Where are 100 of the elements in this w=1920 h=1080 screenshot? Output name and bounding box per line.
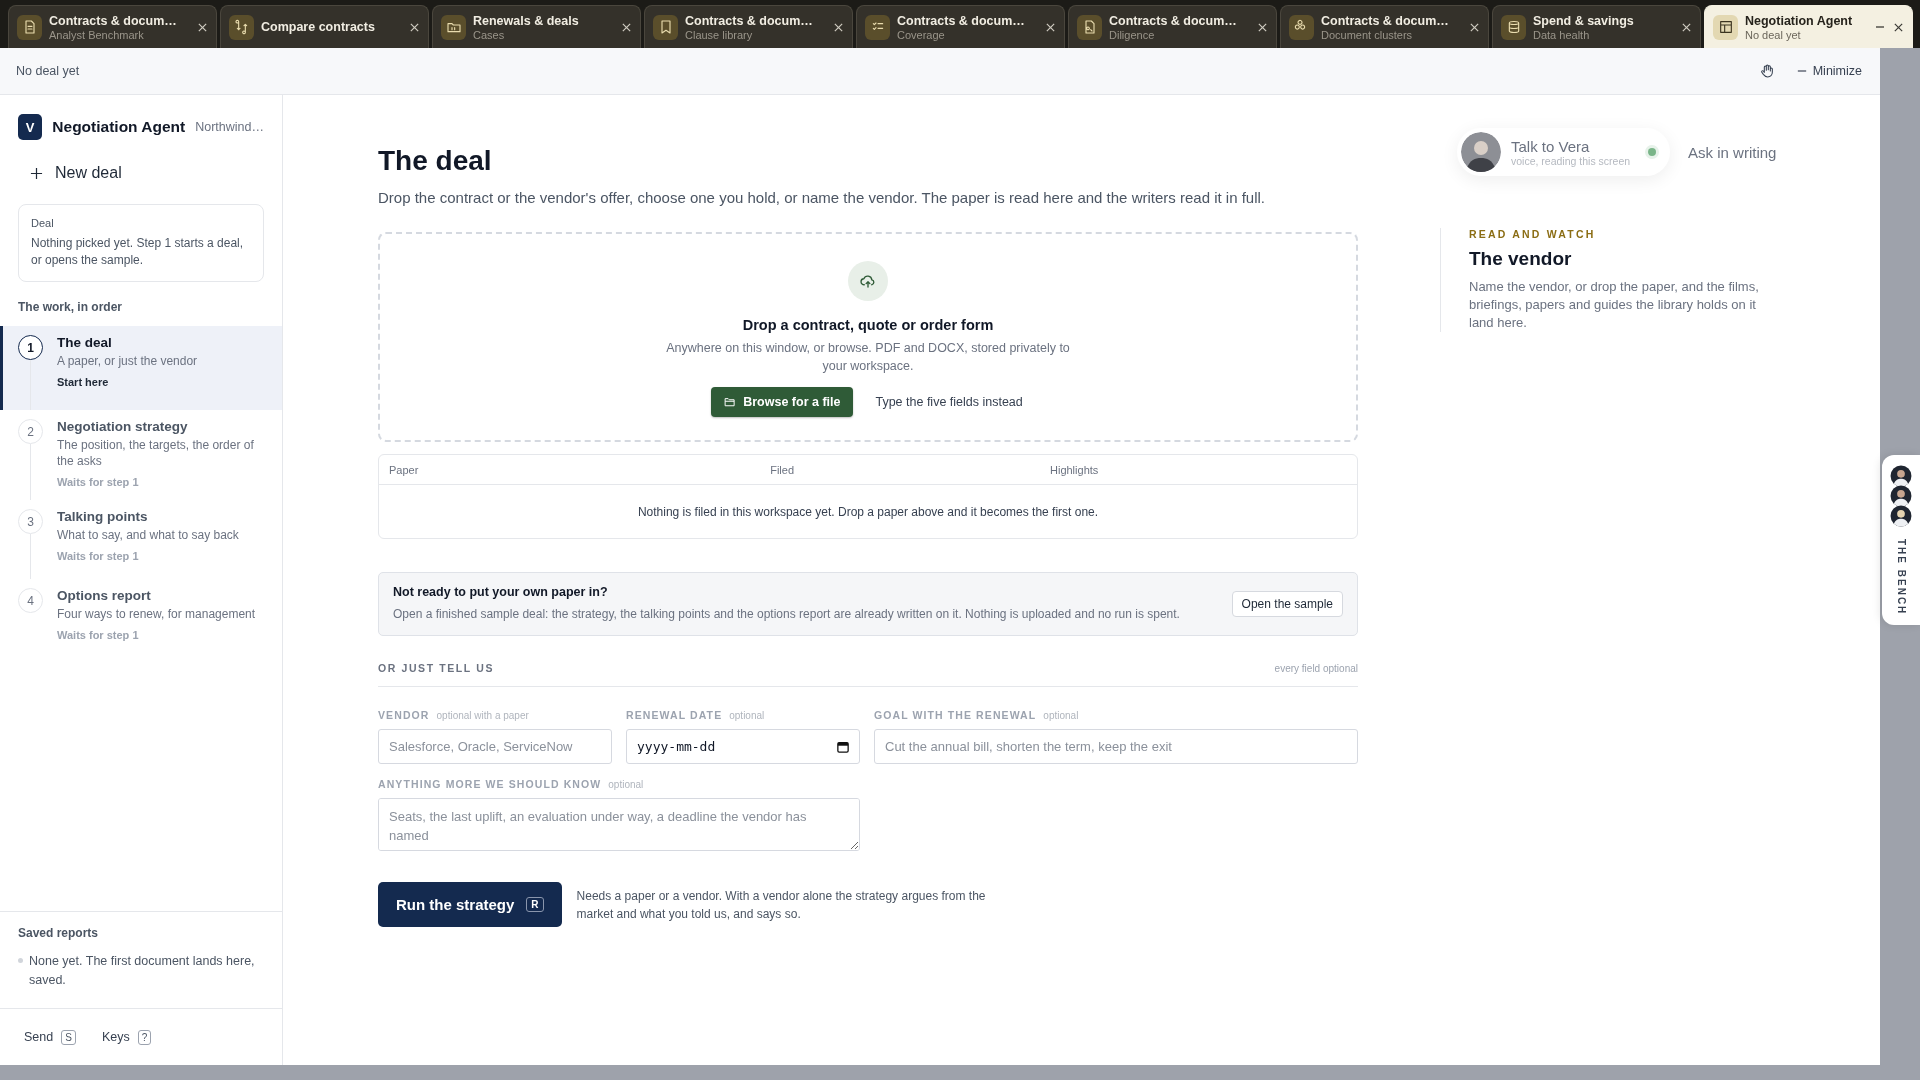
- page-intro: Drop the contract or the vendor's offer, choose one you hold, or name the vendor. The paper is read here and the writers read it in full.: [378, 189, 1266, 206]
- step-item[interactable]: 2 Negotiation strategy The position, the targets, the order of the asks Waits for step 1: [0, 410, 282, 500]
- drop-zone[interactable]: Drop a contract, quote or order form Anywhere on this window, or browse. PDF and DOCX, stored privately to your workspace. Browse for a file Type the five fields instead: [378, 232, 1358, 442]
- deal-text: Nothing picked yet. Step 1 starts a deal, or opens the sample.: [31, 235, 245, 269]
- bench-tab[interactable]: THE BENCH: [1882, 455, 1920, 625]
- tab-title: Contracts & docum…: [49, 13, 178, 29]
- hand-icon[interactable]: [1758, 63, 1775, 79]
- book-icon: [653, 14, 678, 40]
- date-field[interactable]: yyyy-mm-dd: [626, 729, 860, 764]
- empty-message: Nothing is filed in this workspace yet. Drop a paper above and it becomes the first one.: [637, 504, 1099, 519]
- drop-text: Anywhere on this window, or browse. PDF and DOCX, stored privately to your workspace.: [665, 340, 1071, 375]
- step-item[interactable]: 4 Options report Four ways to renew, for management Waits for step 1: [0, 579, 282, 658]
- tab-title: Contracts & docum…: [897, 13, 1026, 29]
- folder-icon: [441, 14, 466, 40]
- browse-button[interactable]: Browse for a file: [711, 387, 854, 417]
- step-status: Waits for step 1: [57, 629, 140, 641]
- step-title: Negotiation strategy: [57, 419, 189, 434]
- app-tab[interactable]: Contracts & docum… Clause library: [644, 5, 853, 48]
- app-tab[interactable]: Spend & savings Data health: [1492, 5, 1701, 48]
- step-number: 2: [18, 419, 43, 444]
- tab-title: Spend & savings: [1533, 13, 1635, 29]
- workspace-name[interactable]: Northwind…: [195, 120, 264, 134]
- folder-icon: [724, 396, 737, 408]
- assistant-subtitle: voice, reading this screen: [1511, 154, 1631, 167]
- tab-title: Contracts & docum…: [1109, 13, 1238, 29]
- close-icon[interactable]: [1893, 21, 1904, 33]
- step-description: A paper, or just the vendor: [57, 353, 198, 369]
- bullet-icon: [18, 958, 23, 963]
- talk-to-vera-button[interactable]: Talk to Vera voice, reading this screen: [1457, 128, 1671, 176]
- bench-label: THE BENCH: [1895, 539, 1907, 616]
- field-label: ANYTHING MORE WE SHOULD KNOW: [378, 778, 602, 790]
- column-header: Highlights: [1050, 463, 1100, 476]
- sample-text: Open a finished sample deal: the strategy, the talking points and the options report are already written on it. Nothing is uploaded and no run is spent.: [393, 606, 1181, 623]
- run-strategy-button[interactable]: Run the strategy R: [378, 882, 562, 927]
- step-status: Waits for step 1: [57, 550, 140, 562]
- step-description: Four ways to renew, for management: [57, 606, 256, 622]
- steps-heading: The work, in order: [18, 300, 123, 314]
- deal-label: Deal: [31, 217, 55, 229]
- panel-text: Name the vendor, or drop the paper, and the films, briefings, papers and guides the library holds on it land here.: [1469, 278, 1760, 332]
- app-logo: V: [18, 114, 43, 140]
- plus-icon: [30, 166, 43, 180]
- app-tab[interactable]: Compare contracts: [220, 5, 429, 48]
- shortcut-key: S: [61, 1029, 76, 1045]
- step-title: The deal: [57, 335, 113, 350]
- upload-icon: [848, 261, 888, 301]
- document-search-icon: [1077, 14, 1102, 40]
- step-item[interactable]: 3 Talking points What to say, and what to say back Waits for step 1: [0, 500, 282, 579]
- app-tab[interactable]: Contracts & docum… Document clusters: [1280, 5, 1489, 48]
- run-note: Needs a paper or a vendor. With a vendor alone the strategy argues from the market and what you told us, and says so.: [576, 887, 987, 923]
- section-eyebrow: READ AND WATCH: [1469, 228, 1597, 240]
- new-deal-button[interactable]: New deal: [30, 162, 122, 184]
- step-number: 4: [18, 588, 43, 613]
- app-tab[interactable]: Renewals & deals Cases: [432, 5, 641, 48]
- panel-title: The vendor: [1469, 248, 1573, 270]
- section-heading: OR JUST TELL US: [378, 662, 494, 674]
- field-hint: optional: [1043, 710, 1079, 721]
- avatar-icon: [1461, 132, 1501, 172]
- step-description: The position, the targets, the order of the asks: [57, 437, 255, 469]
- page-title: The deal: [378, 145, 493, 177]
- tab-subtitle: No deal yet: [1745, 29, 1802, 41]
- step-title: Talking points: [57, 509, 149, 524]
- step-item[interactable]: 1 The deal A paper, or just the vendor Start here: [0, 326, 282, 410]
- open-sample-button[interactable]: Open the sample: [1231, 591, 1343, 617]
- section-note: every field optional: [1274, 662, 1358, 674]
- ask-in-writing-link[interactable]: Ask in writing: [1688, 143, 1777, 161]
- app-name: Negotiation Agent: [52, 118, 186, 136]
- step-status: Waits for step 1: [57, 476, 140, 488]
- step-title: Options report: [57, 588, 152, 603]
- calendar-icon: [837, 740, 849, 753]
- tab-subtitle: Document clusters: [1321, 29, 1414, 41]
- status-dot: [1648, 148, 1657, 156]
- app-tab[interactable]: Contracts & docum… Diligence: [1068, 5, 1277, 48]
- shortcut-label[interactable]: Send: [24, 1030, 54, 1044]
- step-status: Start here: [57, 376, 110, 388]
- shortcut-label[interactable]: Keys: [101, 1030, 130, 1044]
- assistant-name: Talk to Vera: [1511, 137, 1591, 155]
- text-field[interactable]: Cut the annual bill, shorten the term, keep the exit: [874, 729, 1358, 764]
- field-hint: optional: [729, 710, 765, 721]
- saved-heading: Saved reports: [18, 926, 100, 940]
- step-number: 3: [18, 509, 43, 534]
- database-icon: [1501, 14, 1526, 40]
- field-label: GOAL WITH THE RENEWAL: [874, 709, 1037, 721]
- sample-title: Not ready to put your own paper in?: [393, 585, 609, 599]
- avatar-icon: [1890, 485, 1912, 507]
- minimize-button[interactable]: Minimize: [1794, 62, 1864, 80]
- step-number: 1: [18, 335, 43, 360]
- type-fields-link[interactable]: Type the five fields instead: [873, 393, 1025, 411]
- cluster-icon: [1289, 14, 1314, 40]
- notes-field[interactable]: Seats, the last uplift, an evaluation under way, a deadline the vendor has named: [378, 798, 860, 851]
- tab-title: Compare contracts: [261, 19, 376, 35]
- app-tab[interactable]: Negotiation Agent No deal yet: [1704, 5, 1913, 48]
- tab-subtitle: Clause library: [685, 29, 754, 41]
- tab-title: Renewals & deals: [473, 13, 580, 29]
- compare-icon: [229, 14, 254, 40]
- app-tab[interactable]: Contracts & docum… Coverage: [856, 5, 1065, 48]
- window-status: No deal yet: [16, 64, 80, 78]
- shortcut-key: ?: [137, 1029, 152, 1045]
- app-tab[interactable]: Contracts & docum… Analyst Benchmark: [8, 5, 217, 48]
- text-field[interactable]: Salesforce, Oracle, ServiceNow: [378, 729, 612, 764]
- saved-report-text: None yet. The first document lands here, saved.: [29, 953, 256, 989]
